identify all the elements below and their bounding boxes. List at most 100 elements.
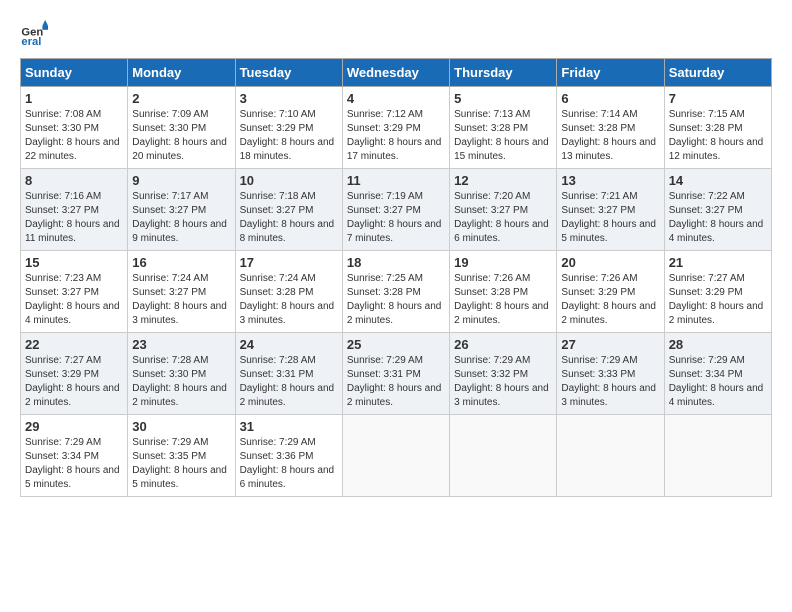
day-number: 29 — [25, 419, 123, 434]
calendar-week-row: 22 Sunrise: 7:27 AM Sunset: 3:29 PM Dayl… — [21, 333, 772, 415]
day-number: 1 — [25, 91, 123, 106]
day-number: 5 — [454, 91, 552, 106]
day-info: Sunrise: 7:21 AM Sunset: 3:27 PM Dayligh… — [561, 190, 659, 246]
calendar-cell: 15 Sunrise: 7:23 AM Sunset: 3:27 PM Dayl… — [21, 251, 128, 333]
calendar-cell — [450, 415, 557, 497]
day-info: Sunrise: 7:17 AM Sunset: 3:27 PM Dayligh… — [132, 190, 230, 246]
calendar-cell: 25 Sunrise: 7:29 AM Sunset: 3:31 PM Dayl… — [342, 333, 449, 415]
day-number: 18 — [347, 255, 445, 270]
calendar-cell: 26 Sunrise: 7:29 AM Sunset: 3:32 PM Dayl… — [450, 333, 557, 415]
calendar-cell: 1 Sunrise: 7:08 AM Sunset: 3:30 PM Dayli… — [21, 87, 128, 169]
day-info: Sunrise: 7:29 AM Sunset: 3:34 PM Dayligh… — [669, 354, 767, 410]
calendar-cell: 17 Sunrise: 7:24 AM Sunset: 3:28 PM Dayl… — [235, 251, 342, 333]
logo: Gen eral — [20, 20, 52, 48]
day-number: 26 — [454, 337, 552, 352]
day-number: 27 — [561, 337, 659, 352]
day-number: 4 — [347, 91, 445, 106]
col-header-sunday: Sunday — [21, 59, 128, 87]
col-header-tuesday: Tuesday — [235, 59, 342, 87]
day-number: 20 — [561, 255, 659, 270]
calendar-table: SundayMondayTuesdayWednesdayThursdayFrid… — [20, 58, 772, 497]
col-header-saturday: Saturday — [664, 59, 771, 87]
day-number: 11 — [347, 173, 445, 188]
day-info: Sunrise: 7:29 AM Sunset: 3:33 PM Dayligh… — [561, 354, 659, 410]
col-header-friday: Friday — [557, 59, 664, 87]
calendar-cell: 6 Sunrise: 7:14 AM Sunset: 3:28 PM Dayli… — [557, 87, 664, 169]
calendar-cell — [557, 415, 664, 497]
day-info: Sunrise: 7:29 AM Sunset: 3:35 PM Dayligh… — [132, 436, 230, 492]
page-header: Gen eral — [20, 20, 772, 48]
day-info: Sunrise: 7:22 AM Sunset: 3:27 PM Dayligh… — [669, 190, 767, 246]
day-number: 16 — [132, 255, 230, 270]
day-number: 28 — [669, 337, 767, 352]
day-info: Sunrise: 7:25 AM Sunset: 3:28 PM Dayligh… — [347, 272, 445, 328]
day-info: Sunrise: 7:19 AM Sunset: 3:27 PM Dayligh… — [347, 190, 445, 246]
calendar-cell — [342, 415, 449, 497]
day-info: Sunrise: 7:12 AM Sunset: 3:29 PM Dayligh… — [347, 108, 445, 164]
calendar-cell: 18 Sunrise: 7:25 AM Sunset: 3:28 PM Dayl… — [342, 251, 449, 333]
day-info: Sunrise: 7:24 AM Sunset: 3:28 PM Dayligh… — [240, 272, 338, 328]
day-number: 6 — [561, 91, 659, 106]
day-info: Sunrise: 7:26 AM Sunset: 3:28 PM Dayligh… — [454, 272, 552, 328]
calendar-cell: 4 Sunrise: 7:12 AM Sunset: 3:29 PM Dayli… — [342, 87, 449, 169]
day-number: 17 — [240, 255, 338, 270]
day-number: 13 — [561, 173, 659, 188]
calendar-cell: 24 Sunrise: 7:28 AM Sunset: 3:31 PM Dayl… — [235, 333, 342, 415]
calendar-cell: 2 Sunrise: 7:09 AM Sunset: 3:30 PM Dayli… — [128, 87, 235, 169]
day-number: 21 — [669, 255, 767, 270]
day-info: Sunrise: 7:28 AM Sunset: 3:30 PM Dayligh… — [132, 354, 230, 410]
day-info: Sunrise: 7:08 AM Sunset: 3:30 PM Dayligh… — [25, 108, 123, 164]
calendar-week-row: 1 Sunrise: 7:08 AM Sunset: 3:30 PM Dayli… — [21, 87, 772, 169]
calendar-week-row: 29 Sunrise: 7:29 AM Sunset: 3:34 PM Dayl… — [21, 415, 772, 497]
calendar-cell: 27 Sunrise: 7:29 AM Sunset: 3:33 PM Dayl… — [557, 333, 664, 415]
calendar-header-row: SundayMondayTuesdayWednesdayThursdayFrid… — [21, 59, 772, 87]
calendar-cell: 9 Sunrise: 7:17 AM Sunset: 3:27 PM Dayli… — [128, 169, 235, 251]
day-info: Sunrise: 7:16 AM Sunset: 3:27 PM Dayligh… — [25, 190, 123, 246]
day-number: 25 — [347, 337, 445, 352]
svg-text:eral: eral — [21, 36, 41, 48]
day-info: Sunrise: 7:14 AM Sunset: 3:28 PM Dayligh… — [561, 108, 659, 164]
day-number: 12 — [454, 173, 552, 188]
day-info: Sunrise: 7:29 AM Sunset: 3:31 PM Dayligh… — [347, 354, 445, 410]
calendar-cell: 28 Sunrise: 7:29 AM Sunset: 3:34 PM Dayl… — [664, 333, 771, 415]
day-number: 9 — [132, 173, 230, 188]
calendar-cell: 29 Sunrise: 7:29 AM Sunset: 3:34 PM Dayl… — [21, 415, 128, 497]
calendar-week-row: 8 Sunrise: 7:16 AM Sunset: 3:27 PM Dayli… — [21, 169, 772, 251]
col-header-thursday: Thursday — [450, 59, 557, 87]
day-number: 19 — [454, 255, 552, 270]
calendar-cell: 12 Sunrise: 7:20 AM Sunset: 3:27 PM Dayl… — [450, 169, 557, 251]
day-number: 22 — [25, 337, 123, 352]
calendar-cell: 20 Sunrise: 7:26 AM Sunset: 3:29 PM Dayl… — [557, 251, 664, 333]
calendar-cell: 8 Sunrise: 7:16 AM Sunset: 3:27 PM Dayli… — [21, 169, 128, 251]
calendar-cell: 5 Sunrise: 7:13 AM Sunset: 3:28 PM Dayli… — [450, 87, 557, 169]
day-number: 10 — [240, 173, 338, 188]
day-number: 15 — [25, 255, 123, 270]
day-info: Sunrise: 7:15 AM Sunset: 3:28 PM Dayligh… — [669, 108, 767, 164]
day-info: Sunrise: 7:09 AM Sunset: 3:30 PM Dayligh… — [132, 108, 230, 164]
day-info: Sunrise: 7:20 AM Sunset: 3:27 PM Dayligh… — [454, 190, 552, 246]
day-info: Sunrise: 7:18 AM Sunset: 3:27 PM Dayligh… — [240, 190, 338, 246]
calendar-cell: 11 Sunrise: 7:19 AM Sunset: 3:27 PM Dayl… — [342, 169, 449, 251]
col-header-wednesday: Wednesday — [342, 59, 449, 87]
day-number: 31 — [240, 419, 338, 434]
calendar-cell: 10 Sunrise: 7:18 AM Sunset: 3:27 PM Dayl… — [235, 169, 342, 251]
logo-icon: Gen eral — [20, 20, 48, 48]
day-number: 2 — [132, 91, 230, 106]
calendar-cell: 16 Sunrise: 7:24 AM Sunset: 3:27 PM Dayl… — [128, 251, 235, 333]
day-number: 30 — [132, 419, 230, 434]
calendar-cell — [664, 415, 771, 497]
calendar-cell: 22 Sunrise: 7:27 AM Sunset: 3:29 PM Dayl… — [21, 333, 128, 415]
calendar-cell: 21 Sunrise: 7:27 AM Sunset: 3:29 PM Dayl… — [664, 251, 771, 333]
day-info: Sunrise: 7:26 AM Sunset: 3:29 PM Dayligh… — [561, 272, 659, 328]
col-header-monday: Monday — [128, 59, 235, 87]
day-number: 24 — [240, 337, 338, 352]
day-info: Sunrise: 7:29 AM Sunset: 3:36 PM Dayligh… — [240, 436, 338, 492]
day-number: 7 — [669, 91, 767, 106]
day-info: Sunrise: 7:28 AM Sunset: 3:31 PM Dayligh… — [240, 354, 338, 410]
calendar-week-row: 15 Sunrise: 7:23 AM Sunset: 3:27 PM Dayl… — [21, 251, 772, 333]
day-info: Sunrise: 7:23 AM Sunset: 3:27 PM Dayligh… — [25, 272, 123, 328]
day-number: 23 — [132, 337, 230, 352]
day-info: Sunrise: 7:29 AM Sunset: 3:32 PM Dayligh… — [454, 354, 552, 410]
day-info: Sunrise: 7:13 AM Sunset: 3:28 PM Dayligh… — [454, 108, 552, 164]
calendar-cell: 30 Sunrise: 7:29 AM Sunset: 3:35 PM Dayl… — [128, 415, 235, 497]
